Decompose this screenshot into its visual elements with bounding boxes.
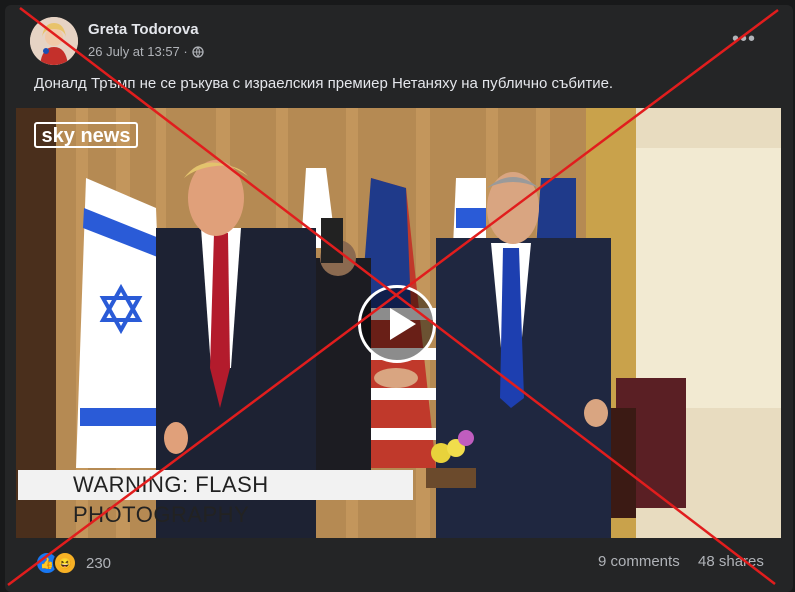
haha-icon: 😆 [53, 551, 77, 575]
comments-link[interactable]: 9 comments [598, 553, 680, 570]
globe-icon [192, 45, 204, 58]
post-caption: Доналд Тръмп не се ръкува с израелския п… [34, 75, 614, 92]
author-avatar[interactable] [30, 17, 78, 65]
warning-banner: WARNING: FLASH PHOTOGRAPHY [18, 470, 413, 527]
sky-news-logo: sky news [34, 122, 138, 148]
author-name[interactable]: Greta Todorova [88, 21, 199, 38]
post-date[interactable]: 26 July at 13:57 · [88, 44, 188, 59]
reaction-summary[interactable]: 👍 😆 230 [35, 551, 111, 575]
play-button[interactable] [358, 285, 436, 363]
post-meta: 26 July at 13:57 · [88, 44, 204, 59]
reaction-count: 230 [86, 554, 112, 572]
shares-link[interactable]: 48 shares [698, 553, 764, 570]
more-options-button[interactable]: ••• [732, 28, 756, 51]
